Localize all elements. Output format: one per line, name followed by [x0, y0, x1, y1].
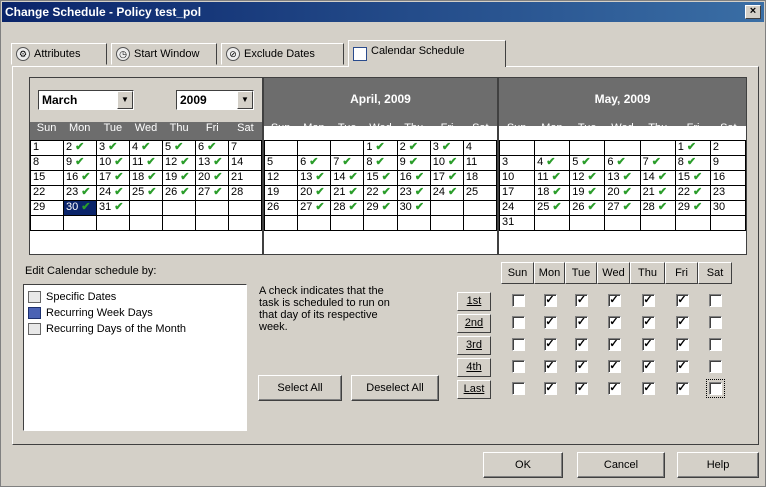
tab-label: Start Window [134, 48, 200, 60]
help-label: Help [706, 459, 730, 471]
close-icon[interactable]: × [745, 5, 761, 19]
start-window-icon: ◷ [116, 47, 130, 61]
attributes-icon: ⚙ [16, 47, 30, 61]
tab-label: Exclude Dates [244, 48, 315, 60]
window-title: Change Schedule - Policy test_pol [5, 5, 202, 19]
cancel-label: Cancel [603, 459, 639, 471]
title-bar: Change Schedule - Policy test_pol × [2, 2, 764, 22]
ok-button[interactable]: OK [483, 452, 563, 478]
change-schedule-dialog: Change Schedule - Policy test_pol × Edit… [0, 0, 766, 487]
calendar-schedule-panel [12, 66, 759, 445]
tab-label: Calendar Schedule [371, 45, 465, 57]
tab-start-window[interactable]: ◷ Start Window [111, 43, 217, 65]
tab-attributes[interactable]: ⚙ Attributes [11, 43, 107, 65]
exclude-dates-icon: ⊘ [226, 47, 240, 61]
ok-label: OK [515, 459, 531, 471]
tab-calendar[interactable]: Calendar Schedule [348, 40, 506, 67]
help-button[interactable]: Help [677, 452, 759, 478]
cancel-button[interactable]: Cancel [577, 452, 665, 478]
tab-label: Attributes [34, 48, 81, 60]
tab-exclude-dates[interactable]: ⊘ Exclude Dates [221, 43, 344, 65]
calendar-icon [353, 47, 367, 61]
